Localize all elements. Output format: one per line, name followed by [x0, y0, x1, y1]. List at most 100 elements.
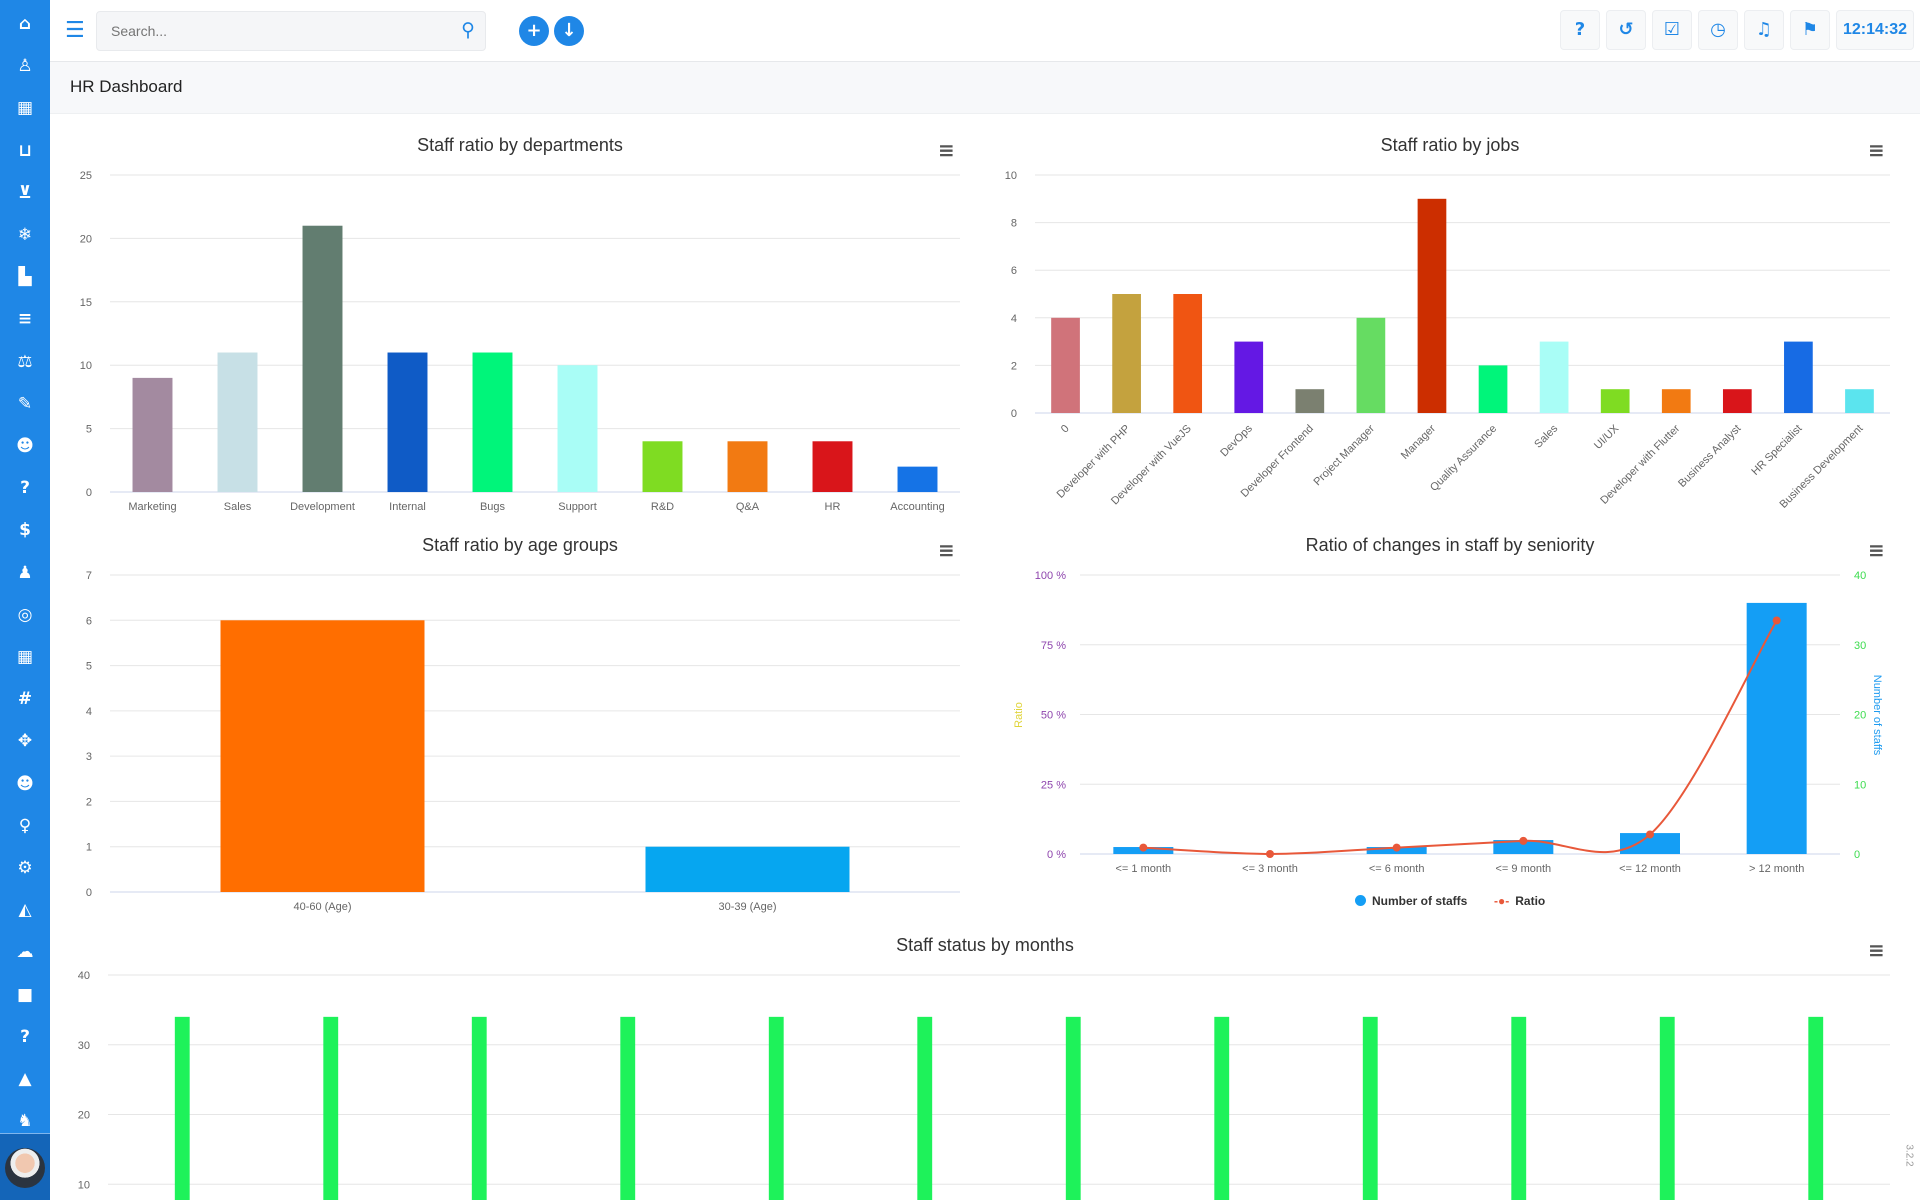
bar	[620, 1016, 636, 1200]
bar	[1356, 317, 1386, 413]
x-tick-label: HR Specialist	[1749, 423, 1804, 478]
y-tick-label: 2	[1011, 360, 1017, 372]
ratio-point	[1392, 843, 1401, 852]
bar	[727, 441, 768, 492]
bar	[1173, 294, 1203, 413]
x-tick-label: <= 6 month	[1369, 863, 1425, 875]
bar	[1234, 341, 1264, 413]
bar	[302, 225, 343, 492]
bar	[217, 352, 258, 492]
ratio-point	[1266, 850, 1274, 858]
bar	[642, 441, 683, 492]
bar	[917, 1016, 933, 1200]
y-tick-label: 10	[1005, 170, 1017, 182]
x-tick-label: Marketing	[128, 501, 176, 513]
x-tick-label: Bugs	[480, 501, 506, 513]
x-tick-label: 30-39 (Age)	[718, 901, 776, 913]
y-tick-label: 6	[1011, 265, 1017, 277]
bar	[557, 365, 598, 492]
x-tick-label: <= 9 month	[1496, 863, 1552, 875]
bar	[220, 620, 425, 892]
bar	[768, 1016, 784, 1200]
y-left-tick-label: 75 %	[1041, 640, 1066, 652]
x-tick-label: Internal	[389, 501, 426, 513]
bar	[1600, 389, 1630, 413]
bar	[1511, 1016, 1527, 1200]
y-right-tick-label: 30	[1854, 640, 1866, 652]
x-tick-label: UI/UX	[1592, 422, 1622, 452]
y-left-tick-label: 0 %	[1047, 849, 1066, 861]
bar	[1746, 602, 1807, 854]
x-tick-label: 0	[1059, 423, 1072, 436]
y-left-tick-label: 25 %	[1041, 779, 1066, 791]
bar	[897, 466, 938, 492]
x-tick-label: HR	[825, 501, 841, 513]
x-tick-label: Development	[290, 501, 355, 513]
y-tick-label: 5	[86, 661, 92, 673]
y-right-tick-label: 20	[1854, 710, 1866, 722]
bar	[1295, 389, 1325, 413]
bar	[1112, 294, 1141, 413]
y-tick-label: 25	[80, 170, 92, 182]
y-tick-label: 0	[86, 887, 92, 899]
y-tick-label: 6	[86, 615, 92, 627]
charts-canvas: 0510152025Marketing Sales Development Inter…	[78, 170, 1890, 1200]
bar	[1214, 1016, 1230, 1200]
y-tick-label: 1	[86, 842, 92, 854]
ratio-point	[1519, 836, 1528, 845]
y-tick-label: 2	[86, 796, 92, 808]
bar	[132, 377, 173, 492]
bar	[1417, 198, 1447, 413]
x-tick-label: Quality Assurance	[1428, 423, 1499, 494]
x-tick-label: > 12 month	[1749, 863, 1804, 875]
bar	[387, 352, 428, 492]
x-tick-label: <= 3 month	[1242, 863, 1298, 875]
y-tick-label: 7	[86, 570, 92, 582]
y-right-axis-title: Number of staffs	[1871, 675, 1883, 756]
y-tick-label: 3	[86, 751, 92, 763]
bar	[1659, 1016, 1675, 1200]
x-tick-label: <= 12 month	[1619, 863, 1681, 875]
x-tick-label: Sales	[224, 501, 252, 513]
bar	[323, 1016, 339, 1200]
bar	[1478, 365, 1508, 413]
bar	[1784, 341, 1813, 413]
x-tick-label: 40-60 (Age)	[293, 901, 351, 913]
y-tick-label: 15	[80, 297, 92, 309]
bar	[1539, 341, 1569, 413]
bar	[812, 441, 853, 492]
x-tick-label: Business Analyst	[1676, 423, 1743, 490]
y-tick-label: 0	[1011, 408, 1017, 420]
x-tick-label: <= 1 month	[1116, 863, 1172, 875]
bar	[1661, 389, 1691, 413]
x-tick-label: DevOps	[1218, 422, 1255, 459]
ratio-point	[1139, 843, 1148, 852]
y-right-tick-label: 10	[1854, 779, 1866, 791]
x-tick-label: Manager	[1399, 422, 1438, 461]
x-tick-label: Support	[558, 501, 597, 513]
bar	[1051, 317, 1080, 413]
ratio-point	[1772, 616, 1781, 625]
y-tick-label: 10	[78, 1179, 90, 1191]
y-tick-label: 10	[80, 360, 92, 372]
x-tick-label: Accounting	[890, 501, 944, 513]
y-tick-label: 8	[1011, 218, 1017, 230]
bar	[1808, 1016, 1824, 1200]
y-tick-label: 4	[1011, 313, 1017, 325]
y-tick-label: 20	[80, 233, 92, 245]
bar	[472, 352, 513, 492]
x-tick-label: Sales	[1532, 422, 1560, 450]
y-tick-label: 0	[86, 487, 92, 499]
y-right-tick-label: 0	[1854, 849, 1860, 861]
y-left-axis-title: Ratio	[1013, 702, 1025, 728]
bar	[1845, 389, 1874, 413]
y-tick-label: 40	[78, 970, 90, 982]
version-label: 3.2.2	[1903, 1144, 1915, 1167]
y-tick-label: 30	[78, 1040, 90, 1052]
y-tick-label: 5	[86, 424, 92, 436]
ratio-point	[1646, 830, 1654, 839]
bar	[174, 1016, 190, 1200]
bar	[1362, 1016, 1378, 1200]
bar	[1065, 1016, 1081, 1200]
bar	[471, 1016, 487, 1200]
